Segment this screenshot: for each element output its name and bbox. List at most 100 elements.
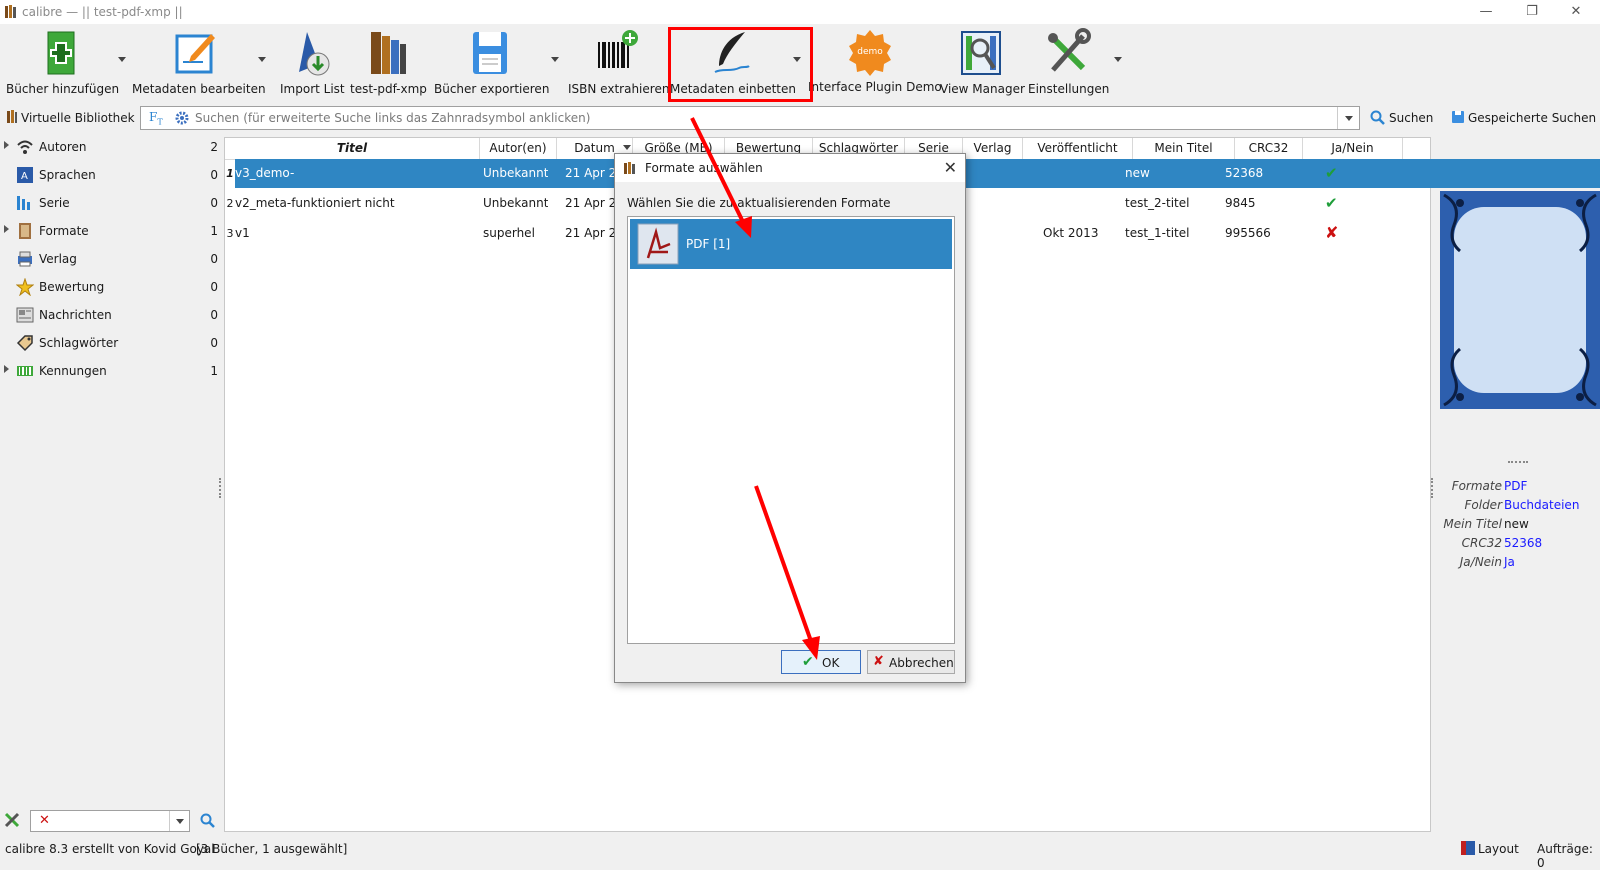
book-icon: [19, 223, 31, 239]
detail-label: CRC32: [1461, 536, 1502, 550]
add-book-icon: [47, 31, 75, 75]
check-icon: ✔: [1325, 194, 1338, 212]
detail-mytitle: Mein Titel new: [1434, 517, 1600, 533]
expand-arrow-icon[interactable]: [4, 225, 9, 233]
status-version: calibre 8.3 erstellt von Kovid Goyal: [5, 842, 215, 856]
test-pdf-xmp-button[interactable]: test-pdf-xmp: [350, 26, 427, 98]
sidebar-item-publisher[interactable]: Verlag 0: [0, 246, 222, 272]
sidebar-splitter-handle[interactable]: [219, 478, 222, 498]
barcode-icon: [17, 366, 33, 376]
sidebar-item-tags[interactable]: Schlagwörter 0: [0, 330, 222, 356]
column-header-authors[interactable]: Autor(en): [480, 138, 557, 160]
sidebar-item-count: 2: [210, 140, 218, 154]
tag-browser-filter-row: ✕: [0, 806, 222, 834]
tools-wrench-icon: [1048, 28, 1091, 72]
saved-searches-icon: [1452, 111, 1464, 123]
detail-formats: Formate PDF: [1434, 479, 1600, 495]
jobs-indicator[interactable]: Aufträge: 0: [1537, 842, 1600, 870]
preferences-dropdown[interactable]: [1114, 57, 1122, 62]
detail-folder-link[interactable]: Buchdateien: [1504, 498, 1579, 512]
search-button[interactable]: Suchen: [1389, 111, 1433, 125]
detail-yesno-link[interactable]: Ja: [1504, 555, 1515, 569]
search-input[interactable]: FT Suchen (für erweiterte Suche links da…: [140, 106, 1360, 130]
virtual-library-icon: [7, 110, 17, 123]
isbn-extract-button[interactable]: ISBN extrahieren: [568, 26, 669, 98]
dialog-title: Formate auswählen: [645, 161, 763, 175]
cell-author: Unbekannt: [483, 166, 549, 180]
sidebar-item-label: Autoren: [39, 140, 87, 154]
sidebar-item-label: Serie: [39, 196, 70, 210]
edit-metadata-label: Metadaten bearbeiten: [132, 82, 266, 96]
ok-button[interactable]: ✔ OK: [781, 650, 861, 674]
filter-dropdown[interactable]: [169, 811, 189, 831]
column-header-mytitle[interactable]: Mein Titel: [1133, 138, 1235, 160]
view-manager-button[interactable]: View Manager: [940, 26, 1025, 98]
detail-formats-link[interactable]: PDF: [1504, 479, 1527, 493]
import-list-button[interactable]: Import List: [280, 26, 345, 98]
full-text-search-icon[interactable]: FT: [149, 110, 163, 126]
column-header-yesno[interactable]: Ja/Nein: [1303, 138, 1403, 160]
demo-badge-text: demo: [857, 47, 883, 57]
export-books-button[interactable]: Bücher exportieren: [434, 26, 549, 98]
language-icon: A: [17, 167, 33, 183]
row-number: 3: [226, 227, 234, 240]
preferences-button[interactable]: Einstellungen: [1028, 26, 1109, 98]
details-splitter-handle[interactable]: [1431, 478, 1434, 498]
import-list-label: Import List: [280, 82, 345, 96]
minimize-button[interactable]: —: [1470, 2, 1502, 22]
detail-crc32-link[interactable]: 52368: [1504, 536, 1542, 550]
book-cover-image[interactable]: [1440, 191, 1600, 409]
sidebar-item-label: Verlag: [39, 252, 77, 266]
dialog-close-button[interactable]: ✕: [944, 158, 957, 177]
title-bar: calibre — || test-pdf-xmp || — ❐ ✕: [0, 0, 1600, 24]
calibre-logo-icon: [624, 162, 635, 174]
close-window-button[interactable]: ✕: [1560, 2, 1592, 22]
tag-icon: [16, 335, 33, 352]
column-header-published[interactable]: Veröffentlicht: [1023, 138, 1133, 160]
sidebar-item-series[interactable]: Serie 0: [0, 190, 222, 216]
edit-metadata-button[interactable]: Metadaten bearbeiten: [132, 26, 266, 98]
search-history-dropdown[interactable]: [1337, 107, 1359, 129]
column-header-title[interactable]: Titel: [225, 138, 480, 160]
sidebar-item-rating[interactable]: Bewertung 0: [0, 274, 222, 300]
saved-searches-button[interactable]: Gespeicherte Suchen: [1468, 111, 1596, 125]
detail-label: Mein Titel: [1443, 517, 1502, 531]
find-icon[interactable]: [200, 813, 216, 829]
format-item-label: PDF [1]: [686, 237, 731, 251]
edit-metadata-dropdown[interactable]: [258, 57, 266, 62]
expand-arrow-icon[interactable]: [4, 365, 9, 373]
column-header-publisher[interactable]: Verlag: [963, 138, 1023, 160]
detail-label: Ja/Nein: [1459, 555, 1502, 569]
calibre-logo-icon: [5, 5, 16, 18]
add-books-button[interactable]: Bücher hinzufügen: [6, 26, 120, 98]
sidebar-item-identifiers[interactable]: Kennungen 1: [0, 358, 222, 384]
search-placeholder: Suchen (für erweiterte Suche links das Z…: [195, 111, 591, 125]
clear-filter-icon[interactable]: ✕: [39, 813, 50, 828]
add-books-label: Bücher hinzufügen: [6, 82, 120, 96]
cell-mytitle: test_2-titel: [1125, 196, 1190, 210]
gear-icon[interactable]: [175, 111, 189, 125]
sidebar-item-languages[interactable]: A Sprachen 0: [0, 162, 222, 188]
layout-button[interactable]: Layout: [1478, 842, 1519, 856]
cross-icon: ✘: [1325, 223, 1339, 242]
format-item-pdf[interactable]: PDF [1]: [630, 219, 952, 269]
expand-arrow-icon[interactable]: [4, 141, 9, 149]
sidebar-item-label: Kennungen: [39, 364, 107, 378]
column-header-crc32[interactable]: CRC32: [1235, 138, 1303, 160]
restore-button[interactable]: ❐: [1516, 2, 1548, 22]
tools-icon[interactable]: [4, 812, 20, 828]
panel-splitter-handle[interactable]: [1508, 461, 1528, 463]
sidebar-item-formats[interactable]: Formate 1: [0, 218, 222, 244]
add-books-dropdown[interactable]: [118, 57, 126, 62]
sidebar-item-authors[interactable]: Autoren 2: [0, 134, 222, 160]
sidebar-item-news[interactable]: Nachrichten 0: [0, 302, 222, 328]
tag-filter-input[interactable]: ✕: [30, 810, 190, 832]
interface-plugin-demo-button[interactable]: demo Interface Plugin Demo: [808, 26, 942, 98]
detail-crc32: CRC32 52368: [1434, 536, 1600, 552]
sidebar-item-label: Bewertung: [39, 280, 105, 294]
cell-author: superhel: [483, 226, 535, 240]
export-books-dropdown[interactable]: [551, 57, 559, 62]
cancel-button[interactable]: ✘ Abbrechen: [867, 650, 955, 674]
virtual-library-button[interactable]: Virtuelle Bibliothek: [21, 111, 135, 125]
detail-label: Folder: [1464, 498, 1502, 512]
